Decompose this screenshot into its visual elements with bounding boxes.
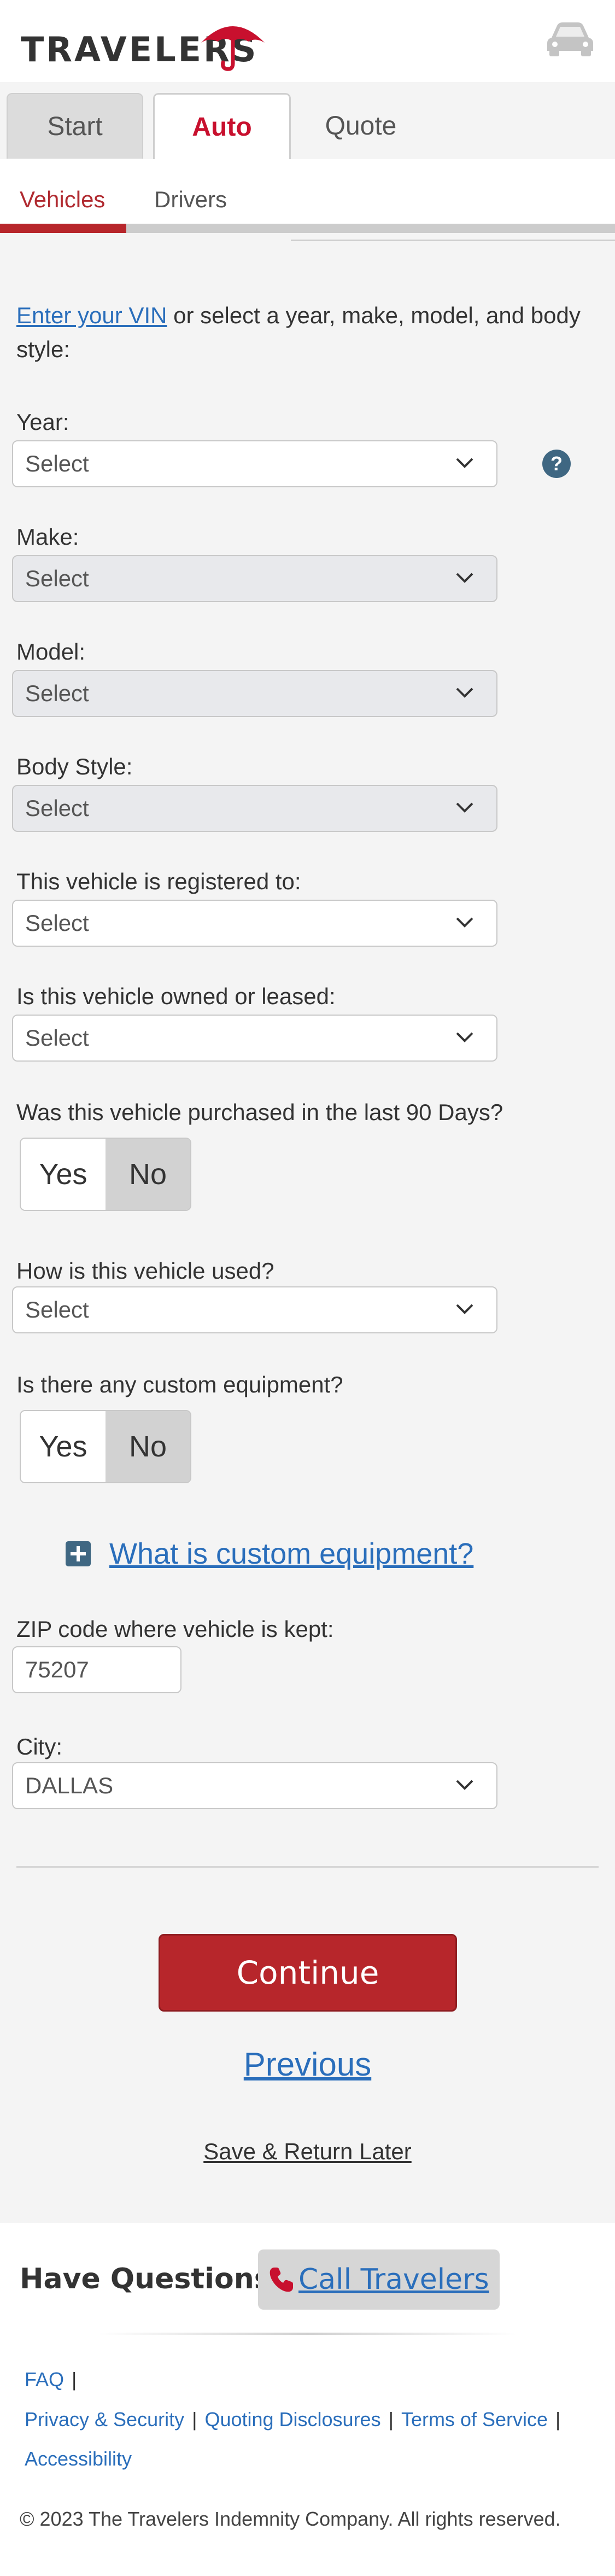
privacy-link[interactable]: Privacy & Security (25, 2408, 184, 2431)
tab-auto-label: Auto (192, 113, 252, 142)
purchased-no-button[interactable]: No (106, 1139, 190, 1210)
registered-label: This vehicle is registered to: (16, 869, 301, 894)
save-return-link-text[interactable]: Save & Return Later (203, 2138, 412, 2164)
zip-label: ZIP code where vehicle is kept: (16, 1616, 334, 1642)
tab-start[interactable]: Start (7, 93, 143, 159)
progress-bar (0, 224, 615, 233)
site-header: TRAVELERS (0, 0, 615, 82)
body-style-select-value: Select (25, 795, 89, 821)
purchased-toggle: Yes No (20, 1138, 191, 1211)
call-travelers-button[interactable]: Call Travelers (258, 2249, 500, 2310)
site-footer: Have Questions? Call Travelers FAQ | Priv… (0, 2223, 615, 2576)
have-questions-heading: Have Questions? (20, 2263, 288, 2295)
year-label: Year: (16, 409, 69, 435)
chevron-down-icon (456, 1304, 473, 1314)
owned-select[interactable]: Select (12, 1015, 497, 1062)
make-select[interactable]: Select (12, 555, 497, 602)
svg-text:?: ? (550, 452, 563, 475)
custom-equipment-link-text: What is custom equipment? (109, 1537, 474, 1570)
terms-link[interactable]: Terms of Service (401, 2408, 548, 2431)
footer-links-row-3: Accessibility (25, 2447, 132, 2470)
body-style-select[interactable]: Select (12, 785, 497, 832)
purchased-label: Was this vehicle purchased in the last 9… (16, 1099, 503, 1125)
copyright-text: © 2023 The Travelers Indemnity Company. … (20, 2508, 561, 2530)
year-select[interactable]: Select (12, 440, 497, 487)
model-label: Model: (16, 639, 86, 665)
purchased-yes-button[interactable]: Yes (21, 1139, 106, 1210)
link-separator: | (388, 2408, 394, 2431)
car-icon[interactable] (544, 19, 596, 59)
year-select-value: Select (25, 451, 89, 476)
registered-select[interactable]: Select (12, 900, 497, 947)
model-select-value: Select (25, 680, 89, 706)
help-icon[interactable]: ? (541, 448, 572, 479)
umbrella-icon (201, 26, 265, 71)
city-select[interactable]: DALLAS (12, 1762, 497, 1809)
footer-links-row-2: Privacy & Security | Quoting Disclosures | T… (25, 2408, 568, 2431)
owned-label: Is this vehicle owned or leased: (16, 983, 336, 1009)
sub-tabs: Vehicles Drivers (0, 159, 615, 233)
body-style-label: Body Style: (16, 754, 133, 779)
continue-button[interactable]: Continue (159, 1934, 457, 2012)
used-select[interactable]: Select (12, 1286, 497, 1333)
make-select-value: Select (25, 566, 89, 591)
link-separator: | (192, 2408, 197, 2431)
owned-select-value: Select (25, 1025, 89, 1051)
tab-start-label: Start (47, 112, 103, 141)
chevron-down-icon (456, 687, 473, 698)
faq-link[interactable]: FAQ (25, 2368, 64, 2391)
footer-divider (98, 2333, 517, 2335)
form-divider (16, 1866, 599, 1868)
chevron-down-icon (456, 802, 473, 813)
previous-link-text[interactable]: Previous (244, 2046, 371, 2083)
intro-text: Enter your VIN or select a year, make, m… (16, 299, 596, 366)
subtab-vehicles[interactable]: Vehicles (20, 187, 105, 213)
custom-yes-button[interactable]: Yes (21, 1411, 106, 1482)
call-travelers-text: Call Travelers (298, 2263, 489, 2296)
tab-quote-label: Quote (325, 111, 397, 141)
save-return-link: Save & Return Later (0, 2138, 615, 2165)
subtab-drivers[interactable]: Drivers (154, 187, 227, 213)
make-label: Make: (16, 524, 79, 550)
chevron-down-icon (456, 1032, 473, 1042)
chevron-down-icon (456, 458, 473, 468)
chevron-down-icon (456, 917, 473, 928)
phone-icon (270, 2268, 293, 2292)
tabs-divider (291, 240, 615, 241)
accessibility-link[interactable]: Accessibility (25, 2447, 132, 2470)
travelers-logo[interactable]: TRAVELERS (21, 16, 265, 71)
city-label: City: (16, 1734, 62, 1759)
registered-select-value: Select (25, 910, 89, 936)
custom-equipment-toggle: Yes No (20, 1410, 191, 1483)
previous-link: Previous (0, 2045, 615, 2083)
link-separator: | (555, 2408, 561, 2431)
footer-links-row-1: FAQ | (25, 2368, 84, 2391)
custom-equipment-label: Is there any custom equipment? (16, 1372, 343, 1397)
main-tabs: Start Auto Quote (0, 82, 615, 241)
tab-auto[interactable]: Auto (153, 93, 291, 160)
zip-input[interactable]: 75207 (12, 1646, 181, 1693)
chevron-down-icon (456, 573, 473, 583)
quoting-disclosures-link[interactable]: Quoting Disclosures (204, 2408, 380, 2431)
used-select-value: Select (25, 1297, 89, 1322)
tab-quote[interactable]: Quote (295, 93, 426, 159)
chevron-down-icon (456, 1780, 473, 1790)
plus-box-icon (66, 1541, 91, 1566)
custom-no-button[interactable]: No (106, 1411, 190, 1482)
enter-vin-link[interactable]: Enter your VIN (16, 302, 167, 328)
progress-bar-fill (0, 224, 126, 233)
city-select-value: DALLAS (25, 1773, 114, 1798)
link-separator: | (72, 2368, 77, 2391)
model-select[interactable]: Select (12, 670, 497, 717)
used-label: How is this vehicle used? (16, 1258, 274, 1284)
custom-equipment-link[interactable]: What is custom equipment? (65, 1537, 473, 1571)
